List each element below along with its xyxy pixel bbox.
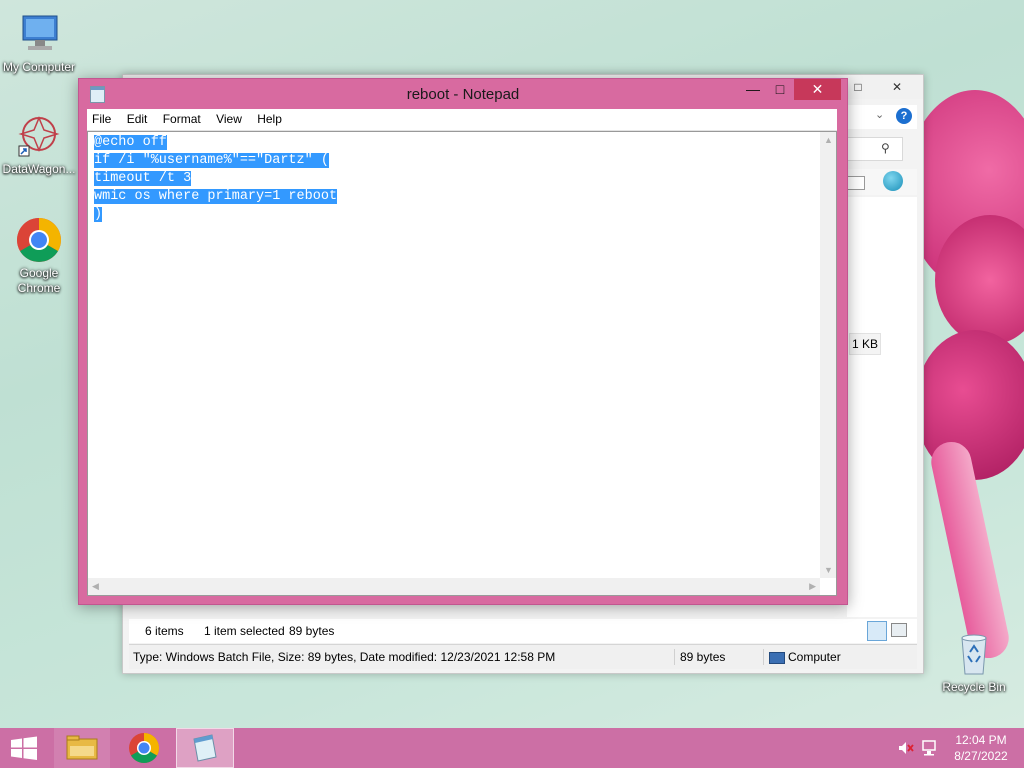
- selection-info: 1 item selected: [204, 624, 285, 638]
- taskbar-notepad[interactable]: [176, 728, 234, 768]
- help-icon[interactable]: ?: [896, 108, 912, 124]
- close-button[interactable]: ✕: [794, 79, 841, 100]
- search-icon: ⚲: [881, 141, 890, 155]
- explorer-search-box[interactable]: [847, 137, 903, 161]
- desktop-icon-datawagon[interactable]: DataWagon...: [1, 112, 77, 177]
- explorer-close-button[interactable]: ✕: [875, 77, 919, 97]
- text-line: ): [94, 207, 103, 222]
- menu-edit[interactable]: Edit: [122, 109, 153, 130]
- text-line: if /i "%username%"=="Dartz" (: [94, 153, 329, 168]
- status-location: Computer: [788, 650, 841, 664]
- scroll-left-icon[interactable]: ◀: [92, 581, 99, 592]
- notepad-title: reboot - Notepad: [406, 86, 520, 103]
- desktop-icon-my-computer[interactable]: My Computer: [1, 10, 77, 75]
- text-line: @echo off: [94, 135, 167, 150]
- computer-icon: [15, 10, 63, 58]
- chrome-icon: [15, 216, 63, 264]
- taskbar: 12:04 PM 8/27/2022: [0, 728, 1024, 768]
- menu-format[interactable]: Format: [158, 109, 206, 130]
- menu-view[interactable]: View: [211, 109, 247, 130]
- minimize-button[interactable]: —: [739, 79, 767, 100]
- globe-icon[interactable]: [883, 171, 903, 191]
- start-button[interactable]: [0, 728, 48, 768]
- selection-size: 89 bytes: [289, 624, 335, 638]
- notepad-menu-bar: File Edit Format View Help: [87, 109, 837, 131]
- explorer-file-list: [847, 197, 917, 617]
- computer-icon: [769, 652, 785, 664]
- status-details: Type: Windows Batch File, Size: 89 bytes…: [133, 650, 556, 664]
- recycle-bin-icon: [950, 630, 998, 678]
- taskbar-chrome[interactable]: [116, 728, 172, 768]
- menu-file[interactable]: File: [87, 109, 116, 130]
- file-explorer-icon: [66, 735, 98, 760]
- size-column-value: 1 KB: [849, 333, 881, 355]
- datawagon-icon: [15, 112, 63, 160]
- explorer-status-bar: Type: Windows Batch File, Size: 89 bytes…: [129, 644, 917, 669]
- menu-help[interactable]: Help: [252, 109, 287, 130]
- status-divider: [674, 649, 675, 665]
- clock-time: 12:04 PM: [955, 733, 1007, 747]
- item-count: 6 items: [145, 624, 184, 638]
- maximize-button[interactable]: □: [767, 79, 793, 100]
- notepad-text-area[interactable]: @echo off if /i "%username%"=="Dartz" ( …: [87, 131, 837, 596]
- details-view-icon[interactable]: [867, 621, 887, 641]
- volume-muted-icon[interactable]: [898, 741, 914, 755]
- text-line: timeout /t 3: [94, 171, 192, 186]
- notepad-titlebar[interactable]: reboot - Notepad — □ ✕: [79, 79, 847, 109]
- scroll-up-icon[interactable]: ▲: [824, 135, 833, 145]
- clock[interactable]: 12:04 PM 8/27/2022: [946, 733, 1016, 763]
- notepad-icon: [193, 734, 217, 762]
- text-line: wmic os where primary=1 reboot: [94, 189, 338, 204]
- chrome-icon: [129, 733, 160, 764]
- network-icon[interactable]: [921, 740, 939, 756]
- status-size: 89 bytes: [680, 650, 726, 664]
- vertical-scrollbar[interactable]: ▲ ▼: [820, 132, 836, 578]
- desktop-icon-google-chrome[interactable]: Google Chrome: [1, 216, 77, 296]
- notepad-window: reboot - Notepad — □ ✕ File Edit Format …: [78, 78, 848, 605]
- explorer-info-bar: 6 items 1 item selected 89 bytes: [129, 619, 917, 643]
- scroll-down-icon[interactable]: ▼: [824, 565, 833, 575]
- explorer-maximize-button[interactable]: □: [845, 77, 871, 97]
- chevron-down-icon[interactable]: ⌄: [875, 108, 884, 121]
- status-divider: [763, 649, 764, 665]
- clock-date: 8/27/2022: [954, 749, 1008, 763]
- horizontal-scrollbar[interactable]: ◀ ▶: [88, 578, 820, 595]
- desktop-icon-recycle-bin[interactable]: Recycle Bin: [936, 630, 1012, 695]
- scroll-right-icon[interactable]: ▶: [809, 581, 816, 592]
- large-icons-view-icon[interactable]: [891, 623, 907, 637]
- notepad-content[interactable]: @echo off if /i "%username%"=="Dartz" ( …: [94, 134, 338, 224]
- preview-pane-icon[interactable]: [845, 176, 865, 190]
- windows-start-icon: [11, 736, 37, 760]
- taskbar-file-explorer[interactable]: [54, 728, 110, 768]
